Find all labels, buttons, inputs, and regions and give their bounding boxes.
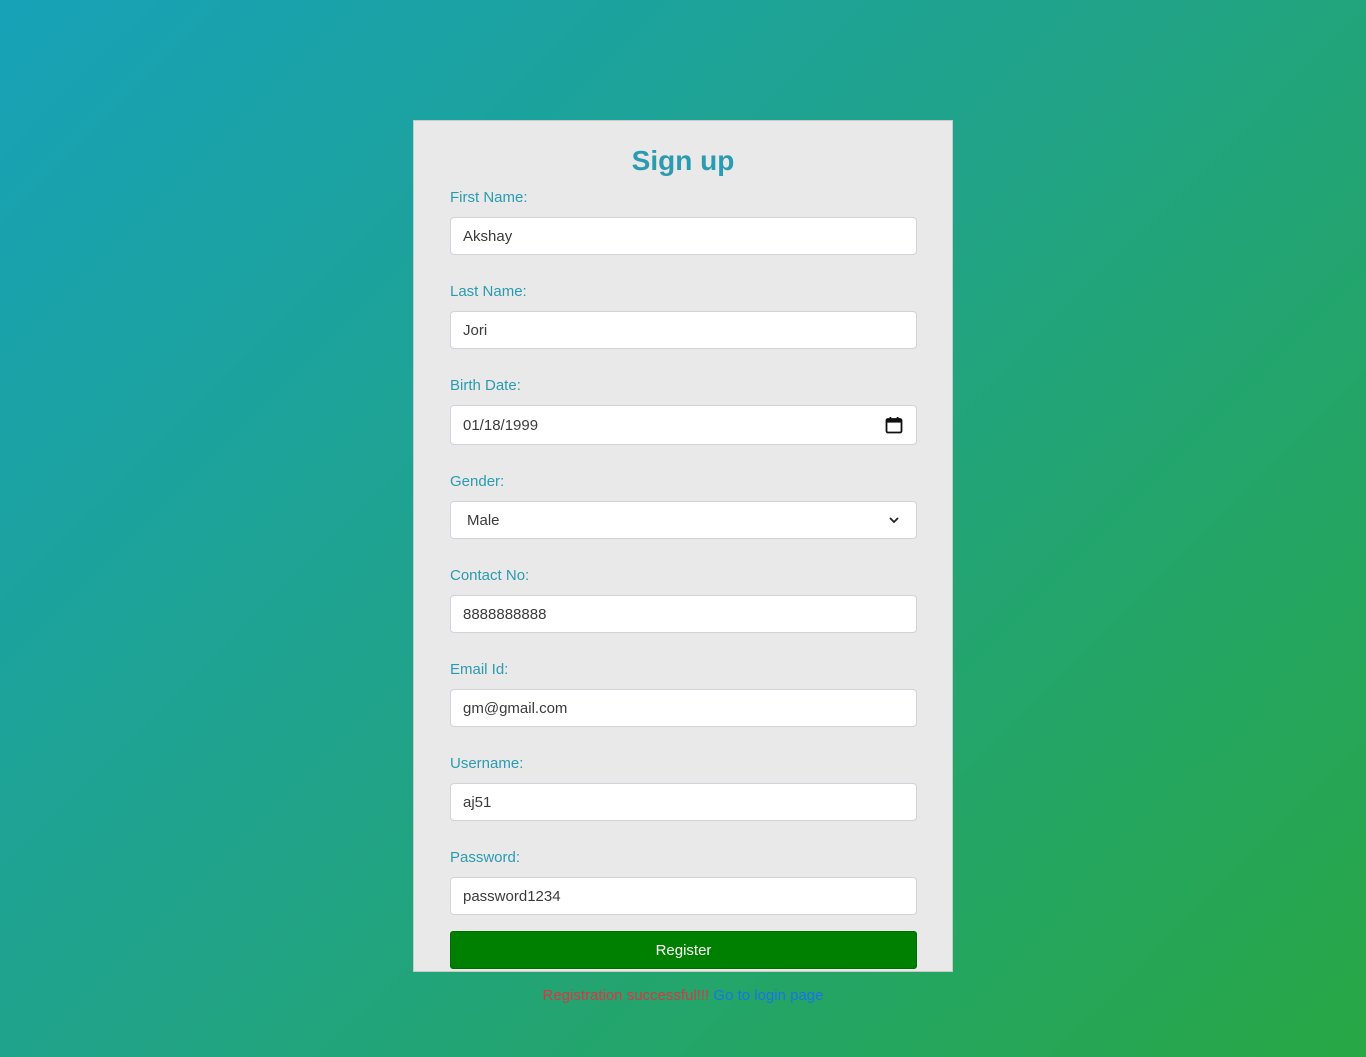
calendar-icon[interactable]	[884, 415, 904, 435]
birth-date-label: Birth Date:	[450, 377, 521, 394]
contact-input[interactable]: 8888888888	[450, 595, 917, 633]
username-label: Username:	[450, 755, 524, 772]
birth-date-group: Birth Date: 01/18/1999	[450, 375, 917, 445]
last-name-value: Jori	[463, 321, 488, 339]
gender-value: Male	[467, 511, 500, 529]
last-name-input[interactable]: Jori	[450, 311, 917, 349]
birth-date-input[interactable]: 01/18/1999	[450, 405, 917, 445]
password-group: Password: password1234	[450, 847, 917, 915]
contact-label: Contact No:	[450, 567, 530, 584]
first-name-group: First Name: Akshay	[450, 187, 917, 255]
chevron-down-icon	[884, 510, 904, 530]
contact-value: 8888888888	[463, 605, 547, 623]
first-name-label: First Name:	[450, 189, 528, 206]
email-value: gm@gmail.com	[463, 699, 568, 717]
email-group: Email Id: gm@gmail.com	[450, 659, 917, 727]
email-label: Email Id:	[450, 661, 509, 678]
login-link[interactable]: Go to login page	[713, 987, 823, 1004]
gender-select[interactable]: Male	[450, 501, 917, 539]
status-message: Registration successful!!!	[542, 987, 710, 1004]
status-footer: Registration successful!!! Go to login p…	[450, 987, 916, 1004]
register-button[interactable]: Register	[450, 931, 917, 969]
username-value: aj51	[463, 793, 492, 811]
last-name-group: Last Name: Jori	[450, 281, 917, 349]
username-group: Username: aj51	[450, 753, 917, 821]
last-name-label: Last Name:	[450, 283, 527, 300]
password-input[interactable]: password1234	[450, 877, 917, 915]
first-name-value: Akshay	[463, 227, 513, 245]
contact-group: Contact No: 8888888888	[450, 565, 917, 633]
gender-label: Gender:	[450, 473, 505, 490]
birth-date-value: 01/18/1999	[463, 416, 539, 434]
signup-card: Sign up First Name: Akshay Last Name: Jo…	[413, 120, 953, 1004]
gender-group: Gender: Male	[450, 471, 917, 539]
email-input[interactable]: gm@gmail.com	[450, 689, 917, 727]
page-title: Sign up	[631, 145, 735, 176]
first-name-input[interactable]: Akshay	[450, 217, 917, 255]
password-value: password1234	[463, 887, 561, 905]
username-input[interactable]: aj51	[450, 783, 917, 821]
password-label: Password:	[450, 849, 521, 866]
